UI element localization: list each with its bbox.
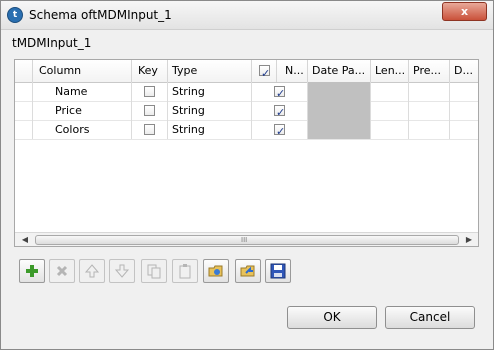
key-checkbox[interactable] bbox=[144, 105, 155, 116]
title-bar: t Schema oftMDMInput_1 x bbox=[1, 1, 493, 30]
horizontal-scrollbar[interactable]: ◀ III ▶ bbox=[15, 232, 478, 246]
key-cell[interactable] bbox=[132, 120, 168, 139]
import-icon bbox=[208, 265, 223, 277]
column-header-length[interactable]: Len... bbox=[371, 60, 409, 82]
scrollbar-grip: III bbox=[241, 236, 248, 244]
export-button[interactable] bbox=[235, 259, 261, 283]
nullable-checkbox[interactable] bbox=[274, 103, 285, 120]
row-number-header bbox=[15, 60, 33, 82]
table-row[interactable]: Price String bbox=[15, 101, 478, 121]
ok-button[interactable]: OK bbox=[287, 306, 377, 329]
save-button[interactable] bbox=[265, 259, 291, 283]
column-name-cell[interactable]: Name bbox=[33, 82, 132, 101]
move-up-icon bbox=[84, 264, 100, 278]
type-cell[interactable]: String bbox=[168, 101, 252, 120]
column-header-type[interactable]: Type bbox=[168, 60, 252, 82]
window-title: Schema oftMDMInput_1 bbox=[29, 8, 172, 22]
add-button[interactable] bbox=[19, 259, 45, 283]
key-checkbox[interactable] bbox=[144, 124, 155, 135]
key-checkbox[interactable] bbox=[144, 86, 155, 97]
schema-component-label: tMDMInput_1 bbox=[12, 36, 92, 50]
column-header-default[interactable]: D... bbox=[450, 60, 478, 82]
move-up-button[interactable] bbox=[79, 259, 105, 283]
column-header-date-pattern[interactable]: Date Pa... bbox=[308, 60, 371, 82]
column-name-cell[interactable]: Price bbox=[33, 101, 132, 120]
column-header-column[interactable]: Column bbox=[33, 60, 132, 82]
length-cell[interactable] bbox=[371, 101, 409, 120]
default-cell[interactable] bbox=[450, 101, 478, 120]
date-pattern-cell bbox=[308, 82, 371, 101]
app-icon: t bbox=[7, 7, 23, 23]
key-cell[interactable] bbox=[132, 101, 168, 120]
column-header-precision[interactable]: Pre... bbox=[409, 60, 450, 82]
schema-table: Column Key Type N... Date Pa... Len... P… bbox=[14, 59, 479, 247]
table-row[interactable]: Colors String bbox=[15, 120, 478, 140]
default-cell[interactable] bbox=[450, 120, 478, 139]
date-pattern-cell bbox=[308, 120, 371, 139]
table-header: Column Key Type N... Date Pa... Len... P… bbox=[15, 60, 478, 83]
import-button[interactable] bbox=[203, 259, 229, 283]
paste-button[interactable] bbox=[172, 259, 198, 283]
schema-dialog: t Schema oftMDMInput_1 x tMDMInput_1 Col… bbox=[0, 0, 494, 350]
column-name-cell[interactable]: Colors bbox=[33, 120, 132, 139]
type-cell[interactable]: String bbox=[168, 82, 252, 101]
row-number-cell bbox=[15, 120, 33, 139]
copy-icon bbox=[147, 264, 161, 279]
row-number-cell bbox=[15, 101, 33, 120]
move-down-icon bbox=[114, 264, 130, 278]
select-all-nullable-checkbox[interactable] bbox=[259, 63, 270, 82]
scrollbar-thumb[interactable]: III bbox=[35, 235, 459, 245]
date-pattern-cell bbox=[308, 101, 371, 120]
nullable-cell[interactable] bbox=[252, 120, 308, 139]
column-header-nullable[interactable]: N... bbox=[277, 60, 308, 82]
scroll-right-icon[interactable]: ▶ bbox=[461, 233, 477, 246]
type-cell[interactable]: String bbox=[168, 120, 252, 139]
precision-cell[interactable] bbox=[409, 120, 450, 139]
default-cell[interactable] bbox=[450, 82, 478, 101]
move-down-button[interactable] bbox=[109, 259, 135, 283]
length-cell[interactable] bbox=[371, 82, 409, 101]
length-cell[interactable] bbox=[371, 120, 409, 139]
add-icon bbox=[26, 265, 38, 277]
nullable-checkbox[interactable] bbox=[274, 84, 285, 101]
export-icon bbox=[240, 265, 255, 277]
paste-icon bbox=[179, 264, 191, 279]
nullable-cell[interactable] bbox=[252, 82, 308, 101]
precision-cell[interactable] bbox=[409, 101, 450, 120]
scroll-left-icon[interactable]: ◀ bbox=[17, 233, 33, 246]
table-row[interactable]: Name String bbox=[15, 82, 478, 102]
column-header-nullable-select[interactable] bbox=[252, 60, 277, 82]
remove-button[interactable] bbox=[49, 259, 75, 283]
copy-button[interactable] bbox=[141, 259, 167, 283]
column-header-key[interactable]: Key bbox=[132, 60, 168, 82]
close-button[interactable]: x bbox=[442, 2, 487, 21]
row-number-cell bbox=[15, 82, 33, 101]
precision-cell[interactable] bbox=[409, 82, 450, 101]
cancel-button[interactable]: Cancel bbox=[385, 306, 475, 329]
key-cell[interactable] bbox=[132, 82, 168, 101]
remove-icon bbox=[56, 265, 68, 277]
save-icon bbox=[270, 263, 286, 279]
nullable-cell[interactable] bbox=[252, 101, 308, 120]
nullable-checkbox[interactable] bbox=[274, 122, 285, 139]
